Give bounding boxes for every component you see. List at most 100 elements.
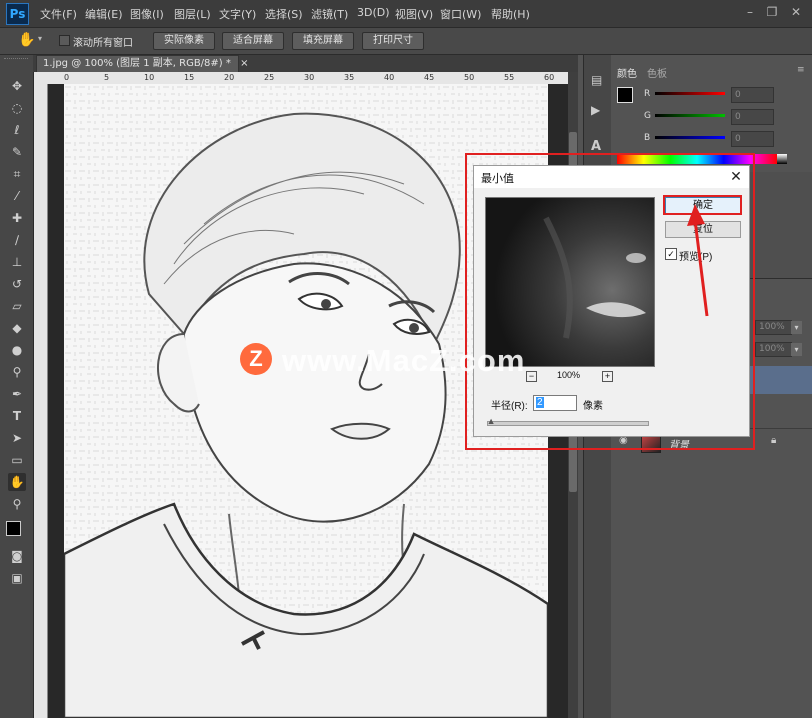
ruler-tick-label: 60	[544, 73, 555, 82]
quick-mask-icon[interactable]: ◙	[8, 547, 26, 565]
actual-pixels-button[interactable]: 实际像素	[153, 32, 215, 50]
dialog-titlebar[interactable]: 最小值 ✕	[474, 166, 749, 188]
options-bar: ✋ ▾ 滚动所有窗口 实际像素 适合屏幕 填充屏幕 打印尺寸	[0, 28, 812, 55]
rectangle-icon[interactable]: ▭	[8, 451, 26, 469]
ruler-tick-label: 10	[144, 73, 155, 82]
channel-g-value[interactable]: 0	[731, 109, 774, 125]
menu-image[interactable]: 图像(I)	[130, 6, 164, 22]
pen-icon[interactable]: ✒	[8, 385, 26, 403]
channel-g-label: G	[644, 111, 651, 121]
black-white-ramp[interactable]	[777, 154, 787, 164]
menu-window[interactable]: 窗口(W)	[440, 6, 481, 22]
blur-icon[interactable]: ●	[8, 341, 26, 359]
crop-icon[interactable]: ⌗	[8, 165, 26, 183]
panel-menu-icon[interactable]: ≡	[797, 65, 805, 75]
ruler-tick-label: 45	[424, 73, 435, 82]
ruler-tick-label: 25	[264, 73, 275, 82]
menu-view[interactable]: 视图(V)	[395, 6, 433, 22]
channel-r-label: R	[644, 89, 651, 99]
actions-panel-icon[interactable]: ▶	[591, 103, 600, 117]
foreground-color-swatch[interactable]	[6, 521, 21, 536]
red-arrow-annotation	[687, 204, 709, 317]
watermark-logo: Z	[240, 343, 272, 375]
print-size-button[interactable]: 打印尺寸	[362, 32, 424, 50]
toolbar-grip[interactable]	[4, 58, 28, 62]
radius-slider-track[interactable]	[487, 421, 649, 426]
ruler-tick-label: 5	[104, 73, 110, 82]
character-panel-icon[interactable]: A	[591, 139, 601, 154]
channel-g-slider[interactable]	[655, 114, 725, 117]
layer-fill-field[interactable]: 100%	[755, 342, 792, 357]
radius-input[interactable]: 2	[533, 395, 577, 411]
menu-edit[interactable]: 编辑(E)	[85, 6, 123, 22]
vertical-ruler[interactable]	[34, 84, 48, 718]
channel-b-label: B	[644, 133, 651, 143]
preview-checkbox[interactable]: ✓	[665, 248, 677, 260]
channel-r-slider[interactable]	[655, 92, 725, 95]
menu-help[interactable]: 帮助(H)	[491, 6, 530, 22]
minimize-button[interactable]: –	[742, 4, 758, 20]
brush-icon[interactable]: ∕	[8, 231, 26, 249]
ruler-tick-label: 50	[464, 73, 475, 82]
marquee-icon[interactable]: ◌	[8, 99, 26, 117]
document-tab-close-icon[interactable]: ×	[240, 58, 248, 69]
menu-select[interactable]: 选择(S)	[265, 6, 303, 22]
ruler-origin[interactable]	[34, 72, 48, 84]
watermark-text: www.MacZ.com	[282, 343, 526, 378]
ruler-tick-label: 35	[344, 73, 355, 82]
tool-preset-chevron-icon[interactable]: ▾	[38, 34, 42, 43]
lock-icon: 🔒︎	[771, 435, 777, 446]
fit-screen-button[interactable]: 适合屏幕	[222, 32, 284, 50]
quick-select-icon[interactable]: ✎	[8, 143, 26, 161]
zoom-out-button[interactable]: −	[526, 371, 537, 382]
close-window-button[interactable]: ✕	[788, 4, 804, 20]
menu-layer[interactable]: 图层(L)	[174, 6, 211, 22]
restore-button[interactable]: ❐	[764, 4, 780, 20]
filter-preview[interactable]	[485, 197, 655, 367]
dialog-close-button[interactable]: ✕	[728, 168, 744, 184]
zoom-icon[interactable]: ⚲	[8, 495, 26, 513]
tab-swatches[interactable]: 色板	[647, 65, 667, 80]
scroll-all-label: 滚动所有窗口	[73, 38, 133, 49]
ruler-tick-label: 0	[64, 73, 70, 82]
radius-label: 半径(R):	[491, 401, 528, 412]
stamp-icon[interactable]: ⊥	[8, 253, 26, 271]
menu-3d[interactable]: 3D(D)	[357, 6, 390, 19]
layer-opacity-field[interactable]: 100%	[755, 320, 792, 335]
radius-slider-thumb[interactable]: ▲	[487, 416, 496, 426]
menu-file[interactable]: 文件(F)	[40, 6, 77, 22]
zoom-in-button[interactable]: +	[602, 371, 613, 382]
move-icon[interactable]: ✥	[8, 77, 26, 95]
type-icon[interactable]: T	[8, 407, 26, 425]
screen-mode-icon[interactable]: ▣	[8, 569, 26, 587]
selected-layer-row[interactable]	[750, 366, 812, 394]
foreground-color-swatch[interactable]	[617, 87, 633, 103]
scroll-all-checkbox[interactable]	[59, 35, 70, 46]
channel-b-value[interactable]: 0	[731, 131, 774, 147]
eraser-icon[interactable]: ▱	[8, 297, 26, 315]
dodge-icon[interactable]: ⚲	[8, 363, 26, 381]
fill-dropdown-icon[interactable]: ▾	[791, 343, 802, 356]
radius-value: 2	[536, 397, 544, 408]
channel-b-slider[interactable]	[655, 136, 725, 139]
photoshop-logo: Ps	[6, 3, 29, 25]
gradient-icon[interactable]: ◆	[8, 319, 26, 337]
menu-type[interactable]: 文字(Y)	[219, 6, 256, 22]
path-select-icon[interactable]: ➤	[8, 429, 26, 447]
tools-panel: ✥ ◌ ℓ ✎ ⌗ ⁄ ✚ ∕ ⊥ ↺ ▱ ◆ ● ⚲ ✒ T ➤ ▭ ✋ ⚲ …	[0, 55, 34, 718]
channel-r-value[interactable]: 0	[731, 87, 774, 103]
ruler-tick-label: 40	[384, 73, 395, 82]
opacity-dropdown-icon[interactable]: ▾	[791, 321, 802, 334]
tab-color[interactable]: 颜色	[617, 65, 637, 80]
hand-icon[interactable]: ✋	[8, 473, 26, 491]
document-tab[interactable]: 1.jpg @ 100% (图层 1 副本, RGB/8#) * ×	[36, 55, 248, 72]
lasso-icon[interactable]: ℓ	[8, 121, 26, 139]
ruler-tick-label: 30	[304, 73, 315, 82]
menu-bar: Ps 文件(F) 编辑(E) 图像(I) 图层(L) 文字(Y) 选择(S) 滤…	[0, 0, 812, 28]
history-panel-icon[interactable]: ▤	[591, 73, 602, 87]
healing-icon[interactable]: ✚	[8, 209, 26, 227]
history-brush-icon[interactable]: ↺	[8, 275, 26, 293]
fill-screen-button[interactable]: 填充屏幕	[292, 32, 354, 50]
eyedropper-icon[interactable]: ⁄	[8, 187, 26, 205]
menu-filter[interactable]: 滤镜(T)	[311, 6, 348, 22]
